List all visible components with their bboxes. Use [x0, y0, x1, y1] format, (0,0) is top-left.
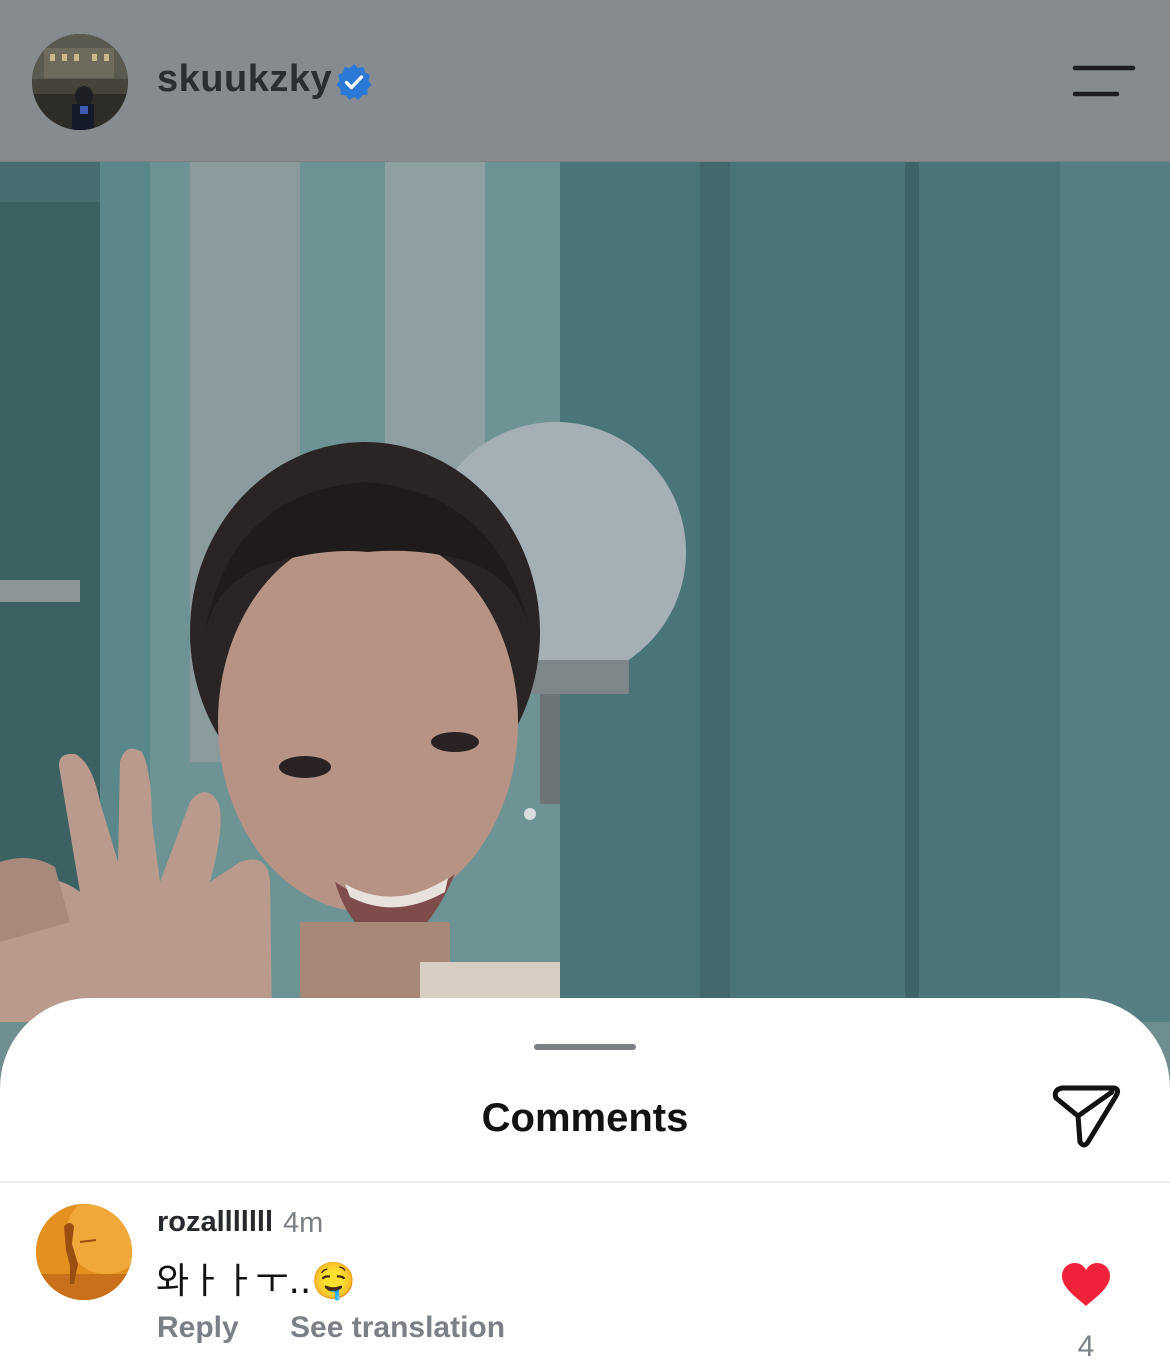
- hamburger-menu-icon[interactable]: [1072, 62, 1136, 102]
- post-username[interactable]: skuukzky: [157, 58, 332, 101]
- avatar-photo-icon: [32, 34, 128, 130]
- like-heart-icon[interactable]: [1060, 1262, 1112, 1308]
- post-photo[interactable]: [0, 162, 1170, 1022]
- commenter-avatar[interactable]: [36, 1204, 132, 1300]
- post-view: skuukzky: [0, 0, 1170, 1022]
- profile-avatar[interactable]: [32, 34, 128, 130]
- verified-badge-icon: [334, 62, 374, 102]
- post-header: skuukzky: [0, 0, 1170, 162]
- commenter-avatar-image-icon: [36, 1204, 132, 1300]
- like-count: 4: [1077, 1330, 1095, 1363]
- reply-button[interactable]: Reply: [157, 1311, 239, 1345]
- comment-username[interactable]: rozalllllll: [157, 1206, 273, 1239]
- see-translation-button[interactable]: See translation: [290, 1311, 505, 1345]
- sheet-drag-handle[interactable]: [534, 1044, 636, 1050]
- send-paper-plane-icon[interactable]: [1050, 1082, 1122, 1150]
- comment-timestamp: 4m: [283, 1207, 324, 1239]
- comments-title: Comments: [481, 1096, 689, 1140]
- sheet-divider: [0, 1181, 1170, 1183]
- post-image: [0, 162, 1170, 1022]
- comment-text: 와ㅏㅏㅜ..🤤: [156, 1261, 357, 1302]
